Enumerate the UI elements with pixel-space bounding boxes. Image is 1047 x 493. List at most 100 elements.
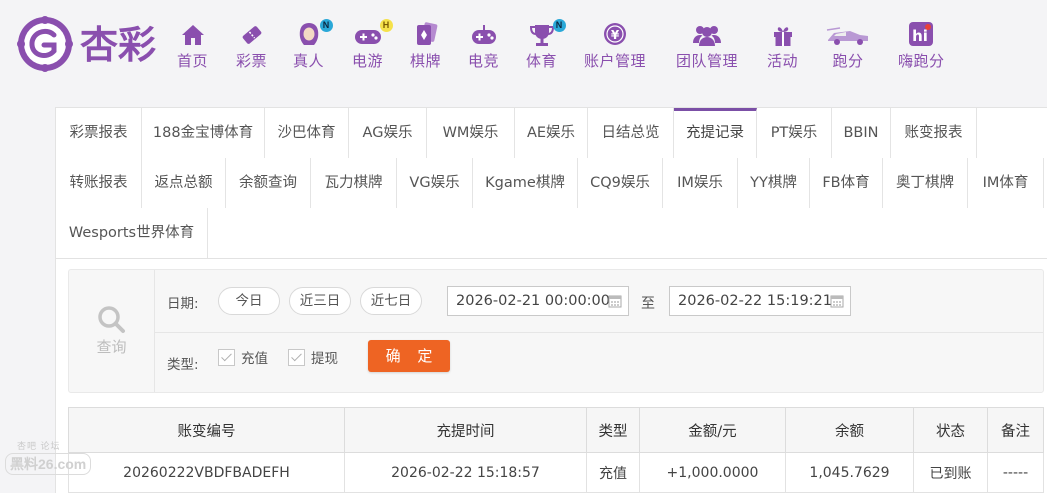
- gift-icon: [771, 22, 795, 47]
- nav-sports[interactable]: N 体育: [526, 19, 566, 71]
- col-type: 类型: [586, 407, 640, 453]
- nav-label: 跑分: [832, 52, 864, 70]
- tab-fb[interactable]: FB体育: [810, 158, 883, 208]
- checkbox-box[interactable]: [288, 348, 305, 366]
- watermark: 杏吧 论坛 黑料26.com: [5, 439, 92, 475]
- record-note: -----: [987, 452, 1044, 493]
- brand-name: 杏彩: [80, 23, 156, 67]
- tab-balance-query[interactable]: 余额查询: [226, 158, 311, 208]
- trophy-icon: N: [528, 19, 566, 47]
- col-balance: 余额: [785, 407, 914, 453]
- confirm-button[interactable]: 确 定: [368, 340, 450, 372]
- tab-yy[interactable]: YY棋牌: [738, 158, 810, 208]
- svg-text:hi: hi: [912, 27, 928, 45]
- calendar-icon[interactable]: [830, 294, 844, 308]
- home-icon: [180, 22, 206, 47]
- nav-label: 首页: [177, 52, 209, 70]
- col-record-id: 账变编号: [68, 407, 345, 453]
- date-from-input[interactable]: 2026-02-21 00:00:00: [447, 286, 629, 316]
- nav-label: 团队管理: [676, 52, 739, 70]
- filter-divider: [155, 332, 1043, 333]
- nav-label: 嗨跑分: [898, 52, 945, 70]
- query-button[interactable]: 查询: [69, 270, 155, 392]
- esports-icon: [470, 22, 498, 47]
- query-label: 查询: [96, 338, 127, 356]
- tab-cq9[interactable]: CQ9娱乐: [578, 158, 663, 208]
- table-header-row: 账变编号 充提时间 类型 金额/元 余额 状态 备注: [68, 407, 1044, 453]
- tab-wali[interactable]: 瓦力棋牌: [311, 158, 397, 208]
- nav-label: 账户管理: [584, 52, 647, 70]
- record-balance: 1,045.7629: [785, 452, 914, 493]
- new-badge: N: [319, 19, 333, 32]
- tab-im-entertainment[interactable]: IM娱乐: [663, 158, 738, 208]
- gamepad-icon: H: [353, 19, 393, 47]
- to-label: 至: [641, 296, 655, 312]
- calendar-icon[interactable]: [608, 294, 622, 308]
- tab-balance-change[interactable]: 账变报表: [891, 108, 977, 158]
- tab-bbin[interactable]: BBIN: [832, 108, 891, 158]
- nav-esports[interactable]: 电竞: [468, 22, 499, 71]
- nav-live[interactable]: N 真人: [293, 19, 333, 71]
- tab-lottery-report[interactable]: 彩票报表: [56, 108, 142, 158]
- cards-icon: [414, 22, 438, 47]
- today-button[interactable]: 今日: [218, 287, 280, 315]
- col-time: 充提时间: [344, 407, 587, 453]
- tab-ag[interactable]: AG娱乐: [349, 108, 427, 158]
- nav-home[interactable]: 首页: [177, 22, 208, 71]
- nav-chess[interactable]: 棋牌: [410, 22, 441, 71]
- nav-lottery[interactable]: 彩票: [236, 22, 267, 71]
- tab-ae[interactable]: AE娱乐: [515, 108, 588, 158]
- nav-account[interactable]: ¥ 账户管理: [584, 22, 646, 71]
- nav-race[interactable]: 跑分: [826, 22, 870, 71]
- tab-wesports[interactable]: Wesports世界体育: [56, 208, 208, 258]
- nav-label: 棋牌: [410, 52, 442, 70]
- deposit-checkbox-label: 充值: [241, 351, 268, 367]
- tab-188[interactable]: 188金宝博体育: [142, 108, 265, 158]
- nav-hi-run[interactable]: hi 嗨跑分: [898, 22, 945, 71]
- svg-text:¥: ¥: [611, 28, 620, 42]
- deposit-checkbox[interactable]: 充值: [218, 347, 268, 367]
- col-status: 状态: [913, 407, 988, 453]
- records-table: 账变编号 充提时间 类型 金额/元 余额 状态 备注 20260222VBDFB…: [68, 407, 1044, 493]
- type-label: 类型:: [167, 357, 199, 373]
- withdraw-checkbox[interactable]: 提现: [288, 347, 338, 367]
- race-car-icon: [826, 22, 870, 47]
- tab-im-sports[interactable]: IM体育: [968, 158, 1044, 208]
- tab-vg[interactable]: VG娱乐: [397, 158, 473, 208]
- ticket-icon: [240, 22, 264, 47]
- search-icon: [97, 306, 125, 333]
- tab-pt[interactable]: PT娱乐: [757, 108, 832, 158]
- watermark-site: 黑料26.com: [5, 453, 92, 475]
- tab-odin[interactable]: 奥丁棋牌: [883, 158, 968, 208]
- tab-wm[interactable]: WM娱乐: [427, 108, 515, 158]
- nav-slots[interactable]: H 电游: [352, 19, 393, 71]
- report-tabs: 彩票报表 188金宝博体育 沙巴体育 AG娱乐 WM娱乐 AE娱乐 日结总览 充…: [56, 108, 1047, 259]
- record-time: 2026-02-22 15:18:57: [344, 452, 587, 493]
- date-from-value: 2026-02-21 00:00:00: [456, 293, 610, 309]
- tab-rebate-total[interactable]: 返点总额: [142, 158, 226, 208]
- checkbox-box[interactable]: [218, 348, 235, 366]
- watermark-top: 杏吧 论坛: [17, 441, 61, 451]
- nav-label: 彩票: [236, 52, 268, 70]
- tab-saba[interactable]: 沙巴体育: [265, 108, 349, 158]
- nav-activity[interactable]: 活动: [767, 22, 798, 71]
- date-to-input[interactable]: 2026-02-22 15:19:21: [669, 286, 851, 316]
- record-id: 20260222VBDFBADEFH: [68, 452, 345, 493]
- last-7-days-button[interactable]: 近七日: [360, 287, 422, 315]
- tab-deposit-withdraw[interactable]: 充提记录: [674, 108, 757, 158]
- tab-transfer-report[interactable]: 转账报表: [56, 158, 142, 208]
- nav-label: 活动: [767, 52, 799, 70]
- table-row[interactable]: 20260222VBDFBADEFH 2026-02-22 15:18:57 充…: [68, 452, 1044, 493]
- last-3-days-button[interactable]: 近三日: [289, 287, 351, 315]
- tab-daily-summary[interactable]: 日结总览: [588, 108, 674, 158]
- nav-label: 电竞: [468, 52, 500, 70]
- record-type: 充值: [586, 452, 640, 493]
- nav-team[interactable]: 团队管理: [676, 22, 738, 71]
- withdraw-checkbox-label: 提现: [311, 351, 338, 367]
- hi-app-icon: hi: [908, 22, 934, 47]
- yen-coin-icon: ¥: [602, 22, 628, 47]
- logo-emblem-icon: [17, 16, 73, 72]
- brand-logo[interactable]: 杏彩: [16, 15, 168, 73]
- tab-kgame[interactable]: Kgame棋牌: [473, 158, 578, 208]
- date-to-value: 2026-02-22 15:19:21: [678, 293, 832, 309]
